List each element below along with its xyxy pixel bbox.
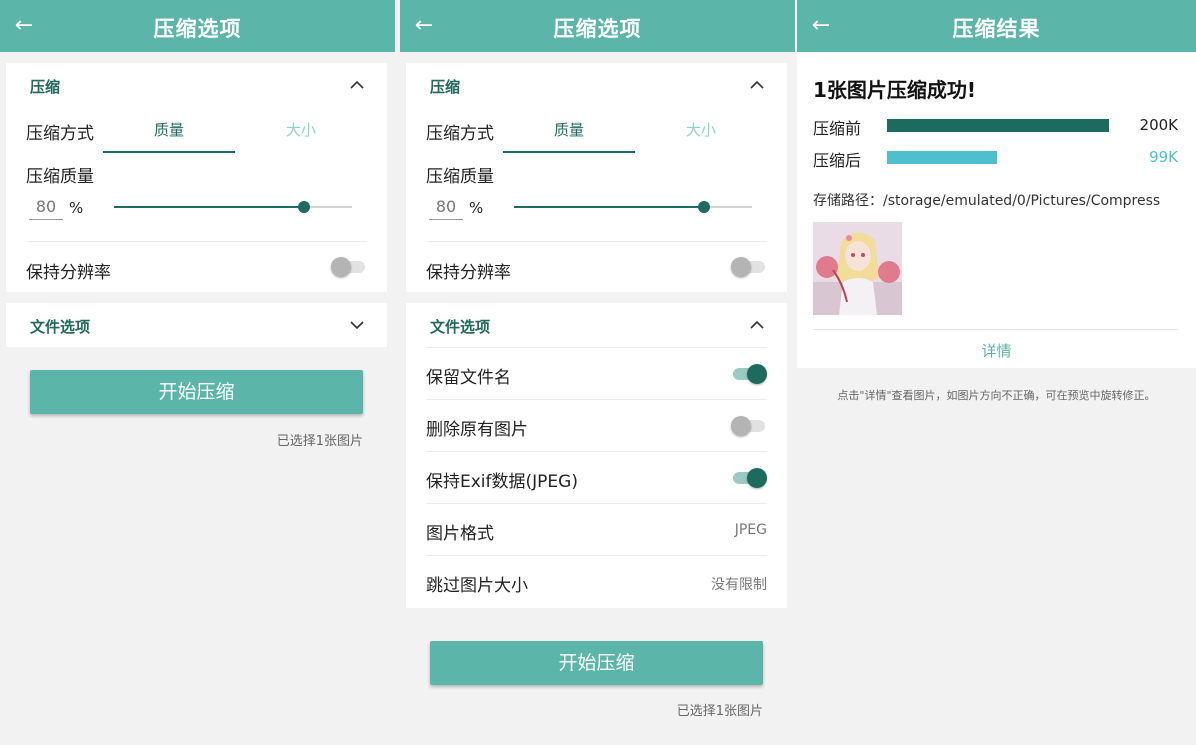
keep-resolution-toggle[interactable] xyxy=(731,256,767,278)
tab-quality[interactable]: 质量 xyxy=(103,113,235,153)
after-size-value: 99K xyxy=(1149,148,1178,166)
tab-size[interactable]: 大小 xyxy=(635,113,767,153)
selected-count-note: 已选择1张图片 xyxy=(676,704,763,719)
tab-quality[interactable]: 质量 xyxy=(503,113,635,153)
quality-slider[interactable] xyxy=(514,201,752,213)
method-tabs: 质量 大小 xyxy=(503,113,767,153)
after-size-row: 压缩后 99K xyxy=(813,146,1178,170)
slider-thumb[interactable] xyxy=(698,201,711,213)
before-size-bar xyxy=(887,119,1109,132)
keep-resolution-label: 保持分辨率 xyxy=(426,263,511,283)
storage-path: 存储路径：/storage/emulated/0/Pictures/Compre… xyxy=(813,193,1161,209)
method-label: 压缩方式 xyxy=(426,124,494,144)
option-label: 删除原有图片 xyxy=(426,420,528,440)
toggle-knob xyxy=(731,416,751,436)
selected-count-note: 已选择1张图片 xyxy=(276,434,363,449)
option-label: 保持Exif数据(JPEG) xyxy=(426,472,578,492)
screens: ← 压缩选项 压缩 压缩方式 质量 大小 压缩质量 80 % 保持分辨率 文件选… xyxy=(0,0,1196,745)
option-value: JPEG xyxy=(734,522,767,538)
result-card: 1张图片压缩成功! 压缩前 200K 压缩后 99K 存储路径：/storage… xyxy=(797,52,1196,368)
option-label: 图片格式 xyxy=(426,524,494,544)
page-title: 压缩结果 xyxy=(952,17,1041,41)
chevron-up-icon[interactable] xyxy=(749,317,765,333)
before-label: 压缩前 xyxy=(813,119,862,138)
toggle-knob xyxy=(747,364,767,384)
compress-options-screen-collapsed: ← 压缩选项 压缩 压缩方式 质量 大小 压缩质量 80 % 保持分辨率 文件选… xyxy=(0,0,395,745)
option-value: 没有限制 xyxy=(711,577,767,593)
section-title: 文件选项 xyxy=(30,318,91,336)
keep-resolution-label: 保持分辨率 xyxy=(26,263,111,283)
quality-label: 压缩质量 xyxy=(26,167,94,187)
option-delete-original[interactable]: 删除原有图片 xyxy=(406,400,787,452)
quality-input[interactable]: 80 xyxy=(429,196,463,220)
option-keep-filename[interactable]: 保留文件名 xyxy=(406,348,787,400)
slider-thumb[interactable] xyxy=(298,201,311,213)
option-label: 跳过图片大小 xyxy=(426,576,528,596)
option-keep-exif[interactable]: 保持Exif数据(JPEG) xyxy=(406,452,787,504)
file-options-section: 文件选项 保留文件名 删除原有图片 保持Exif数据(JPEG) 图片格式 JP… xyxy=(406,303,787,608)
divider xyxy=(26,241,367,242)
option-label: 保留文件名 xyxy=(426,368,511,388)
after-size-bar xyxy=(887,151,997,164)
result-title: 1张图片压缩成功! xyxy=(813,78,977,102)
thumbnail-image xyxy=(813,222,902,315)
page-title: 压缩选项 xyxy=(553,17,642,41)
compress-section: 压缩 压缩方式 质量 大小 压缩质量 80 % 保持分辨率 xyxy=(406,63,787,292)
keep-resolution-toggle[interactable] xyxy=(331,256,367,278)
after-label: 压缩后 xyxy=(813,151,862,170)
before-size-value: 200K xyxy=(1139,116,1178,134)
compress-options-screen-expanded: ← 压缩选项 压缩 压缩方式 质量 大小 压缩质量 80 % 保持分辨率 文件选… xyxy=(400,0,795,745)
app-bar: ← 压缩选项 xyxy=(0,0,395,52)
toggle-knob xyxy=(331,257,351,277)
option-image-format[interactable]: 图片格式 JPEG xyxy=(406,504,787,556)
quality-label: 压缩质量 xyxy=(426,167,494,187)
file-options-header[interactable]: 文件选项 xyxy=(6,303,387,347)
file-options-section: 文件选项 xyxy=(6,303,387,347)
keep-exif-toggle[interactable] xyxy=(731,467,767,489)
quality-input[interactable]: 80 xyxy=(29,196,63,220)
toggle-knob xyxy=(747,468,767,488)
method-tabs: 质量 大小 xyxy=(103,113,367,153)
start-compress-button[interactable]: 开始压缩 xyxy=(30,370,363,414)
keep-filename-toggle[interactable] xyxy=(731,363,767,385)
tab-size[interactable]: 大小 xyxy=(235,113,367,153)
before-size-row: 压缩前 200K xyxy=(813,114,1178,138)
hint-text: 点击"详情"查看图片，如图片方向不正确，可在预览中旋转修正。 xyxy=(837,389,1156,402)
compress-result-screen: ← 压缩结果 1张图片压缩成功! 压缩前 200K 压缩后 99K 存储路径：/… xyxy=(797,0,1196,745)
start-compress-button[interactable]: 开始压缩 xyxy=(430,641,763,685)
divider xyxy=(813,329,1178,330)
option-skip-size[interactable]: 跳过图片大小 没有限制 xyxy=(406,556,787,608)
section-title: 文件选项 xyxy=(430,318,491,336)
app-bar: ← 压缩结果 xyxy=(797,0,1196,52)
slider-fill xyxy=(514,206,705,208)
section-title: 压缩 xyxy=(430,78,461,96)
chevron-up-icon[interactable] xyxy=(349,77,365,93)
compress-section: 压缩 压缩方式 质量 大小 压缩质量 80 % 保持分辨率 xyxy=(6,63,387,292)
slider-fill xyxy=(114,206,305,208)
page-title: 压缩选项 xyxy=(153,17,242,41)
chevron-down-icon[interactable] xyxy=(349,317,365,333)
method-label: 压缩方式 xyxy=(26,124,94,144)
delete-original-toggle[interactable] xyxy=(731,415,767,437)
file-options-header[interactable]: 文件选项 xyxy=(406,303,787,347)
quality-slider[interactable] xyxy=(114,201,352,213)
toggle-knob xyxy=(731,257,751,277)
section-title: 压缩 xyxy=(30,78,61,96)
chevron-up-icon[interactable] xyxy=(749,77,765,93)
compressed-image-thumbnail[interactable] xyxy=(813,222,902,315)
compress-section-header[interactable]: 压缩 xyxy=(406,63,787,107)
quality-unit: % xyxy=(69,199,84,217)
compress-section-header[interactable]: 压缩 xyxy=(6,63,387,107)
app-bar: ← 压缩选项 xyxy=(400,0,795,52)
quality-unit: % xyxy=(469,199,484,217)
detail-link[interactable]: 详情 xyxy=(797,340,1196,361)
divider xyxy=(426,241,767,242)
